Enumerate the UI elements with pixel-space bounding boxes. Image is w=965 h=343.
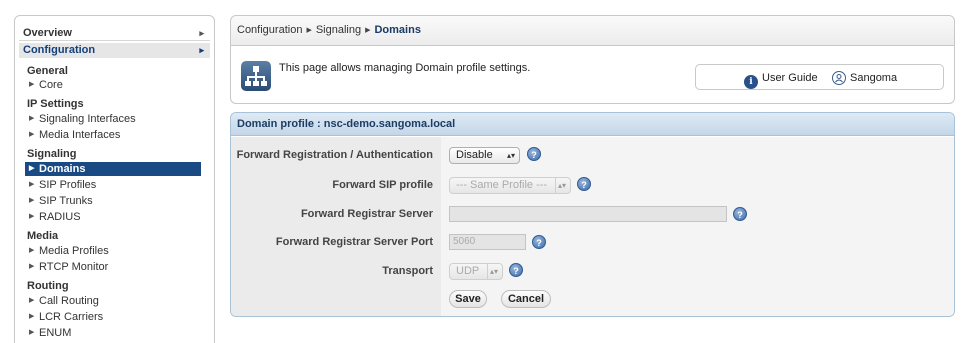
- sidebar-item-media-profiles[interactable]: ▶ Media Profiles: [25, 244, 201, 258]
- section-media: Media: [27, 230, 59, 242]
- forward-sip-profile-select[interactable]: --- Same Profile --- ▴▾: [449, 177, 571, 194]
- help-icon[interactable]: ?: [733, 207, 747, 221]
- panel-title: Domain profile : nsc-demo.sangoma.local: [231, 113, 954, 136]
- section-signaling: Signaling: [27, 148, 77, 160]
- help-icon[interactable]: ?: [527, 147, 541, 161]
- domain-profile-panel: Domain profile : nsc-demo.sangoma.local …: [230, 112, 955, 317]
- save-button[interactable]: Save: [449, 290, 487, 308]
- triangle-right-icon: ▶: [29, 213, 35, 220]
- page-description: This page allows managing Domain profile…: [279, 62, 531, 74]
- help-icon[interactable]: ?: [532, 235, 546, 249]
- forward-registrar-port-input[interactable]: 5060: [449, 234, 526, 250]
- transport-select[interactable]: UDP ▴▾: [449, 263, 503, 280]
- updown-arrows-icon: ▴▾: [554, 178, 566, 193]
- sidebar-item-label: Signaling Interfaces: [39, 113, 136, 125]
- sidebar-item-label: RADIUS: [39, 211, 81, 223]
- triangle-right-icon: ▶: [29, 197, 35, 204]
- sidebar-item-rtcp-monitor[interactable]: ▶ RTCP Monitor: [25, 260, 201, 274]
- sidebar-item-call-routing[interactable]: ▶ Call Routing: [25, 294, 201, 308]
- breadcrumb-configuration[interactable]: Configuration: [237, 24, 302, 36]
- cancel-button[interactable]: Cancel: [501, 290, 551, 308]
- sidebar-item-label: SIP Profiles: [39, 179, 97, 191]
- forward-registrar-port-label: Forward Registrar Server Port: [275, 236, 433, 248]
- info-icon: i: [744, 75, 758, 89]
- user-guide-link[interactable]: i User Guide: [744, 70, 818, 89]
- triangle-right-icon: ▶: [29, 131, 35, 138]
- triangle-right-icon: ▶: [29, 181, 35, 188]
- triangle-right-icon: ▶: [29, 329, 35, 336]
- triangle-right-icon: ▶: [29, 165, 35, 172]
- sidebar-item-label: Domains: [39, 163, 86, 175]
- triangle-right-icon: ▶: [365, 27, 371, 34]
- section-general: General: [27, 65, 68, 77]
- sangoma-link[interactable]: Sangoma: [832, 70, 897, 86]
- breadcrumb-domains: Domains: [374, 24, 421, 36]
- user-guide-label: User Guide: [762, 72, 818, 84]
- breadcrumb-signaling[interactable]: Signaling: [316, 24, 361, 36]
- sidebar-item-label: RTCP Monitor: [39, 261, 109, 273]
- help-icon[interactable]: ?: [509, 263, 523, 277]
- label-column: Forward Registration / Authentication Fo…: [231, 137, 441, 316]
- nav-overview-label: Overview: [23, 27, 72, 39]
- sidebar-item-label: Core: [39, 79, 63, 91]
- section-routing: Routing: [27, 280, 69, 292]
- triangle-right-icon: ▶: [29, 81, 35, 88]
- user-icon: [832, 71, 846, 85]
- forward-registrar-server-input[interactable]: [449, 206, 727, 222]
- sidebar-item-radius[interactable]: ▶ RADIUS: [25, 210, 201, 224]
- breadcrumb: Configuration ▶ Signaling ▶ Domains: [230, 15, 955, 46]
- help-links: i User Guide Sangoma: [695, 64, 944, 90]
- nav-overview[interactable]: Overview ▸: [19, 26, 210, 41]
- nav-configuration-label: Configuration: [23, 44, 96, 56]
- forward-sip-profile-value: --- Same Profile ---: [456, 179, 548, 191]
- field-column: Disable ▴▾ ? --- Same Profile --- ▴▾ ? ?…: [441, 137, 954, 316]
- sidebar-item-domains[interactable]: ▶ Domains: [25, 162, 201, 176]
- sidebar-item-media-interfaces[interactable]: ▶ Media Interfaces: [25, 128, 201, 142]
- sidebar-item-label: Media Profiles: [39, 245, 109, 257]
- section-ip-settings: IP Settings: [27, 98, 84, 110]
- sidebar-item-enum[interactable]: ▶ ENUM: [25, 326, 201, 340]
- help-icon[interactable]: ?: [577, 177, 591, 191]
- sidebar-item-label: SIP Trunks: [39, 195, 93, 207]
- triangle-right-icon: ▶: [29, 263, 35, 270]
- forward-registrar-server-label: Forward Registrar Server: [300, 208, 433, 220]
- sidebar-item-sip-profiles[interactable]: ▶ SIP Profiles: [25, 178, 201, 192]
- nav-configuration[interactable]: Configuration ▸: [19, 43, 210, 58]
- sangoma-label: Sangoma: [850, 72, 898, 84]
- sidebar-item-sip-trunks[interactable]: ▶ SIP Trunks: [25, 194, 201, 208]
- sidebar-item-lcr-carriers[interactable]: ▶ LCR Carriers: [25, 310, 201, 324]
- sidebar-item-signaling-interfaces[interactable]: ▶ Signaling Interfaces: [25, 112, 201, 126]
- forward-reg-auth-value: Disable: [456, 149, 493, 161]
- triangle-right-icon: ▶: [306, 27, 312, 34]
- transport-value: UDP: [456, 265, 480, 277]
- domains-app-icon: [241, 61, 271, 91]
- chevron-right-icon: ▸: [199, 28, 204, 38]
- forward-reg-auth-label: Forward Registration / Authentication: [236, 149, 433, 161]
- transport-label: Transport: [382, 265, 433, 277]
- triangle-right-icon: ▶: [29, 297, 35, 304]
- forward-reg-auth-select[interactable]: Disable ▴▾: [449, 147, 520, 164]
- forward-sip-profile-label: Forward SIP profile: [332, 179, 433, 191]
- triangle-right-icon: ▶: [29, 313, 35, 320]
- page-info: This page allows managing Domain profile…: [230, 46, 955, 104]
- sidebar-item-label: ENUM: [39, 327, 72, 339]
- updown-arrows-icon: ▴▾: [486, 264, 498, 279]
- sidebar-nav: Overview ▸ Configuration ▸ General ▶ Cor…: [14, 15, 215, 343]
- sidebar-item-label: LCR Carriers: [39, 311, 104, 323]
- sidebar-item-label: Media Interfaces: [39, 129, 121, 141]
- triangle-right-icon: ▶: [29, 115, 35, 122]
- chevron-right-icon: ▸: [199, 45, 204, 55]
- sidebar-item-label: Call Routing: [39, 295, 99, 307]
- updown-arrows-icon: ▴▾: [506, 151, 515, 160]
- triangle-right-icon: ▶: [29, 247, 35, 254]
- sidebar-item-core[interactable]: ▶ Core: [25, 78, 201, 92]
